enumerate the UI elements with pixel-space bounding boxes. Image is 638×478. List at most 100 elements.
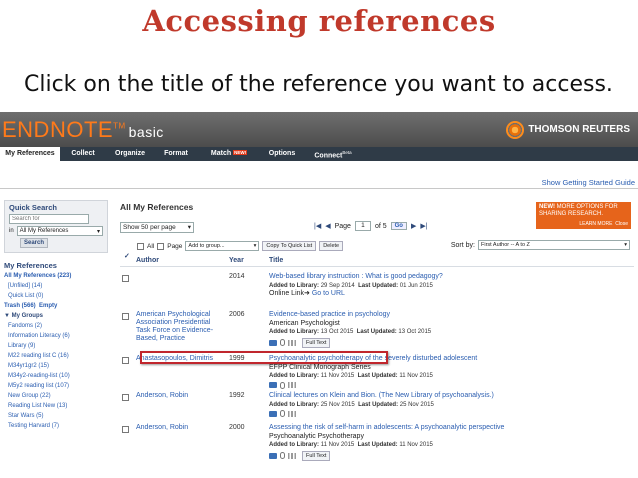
row-dates: Added to Library: 25 Nov 2015 Last Updat… — [269, 401, 569, 410]
citation-icon[interactable] — [288, 339, 296, 346]
sidebar-item-unfiled[interactable]: [Unfiled] (14) — [4, 283, 108, 289]
sidebar-item-all-references[interactable]: All My References (223) — [4, 273, 108, 279]
updated-date: 25 Nov 2015 — [399, 401, 434, 408]
folder-icon[interactable] — [269, 452, 277, 459]
sidebar-item-quick-list[interactable]: Quick List (0) — [4, 293, 108, 299]
tab-label: Organize — [115, 150, 145, 157]
first-page-icon[interactable]: |◀ — [314, 222, 321, 230]
added-date: 11 Nov 2015 — [320, 442, 355, 448]
tab-label: Collect — [71, 150, 95, 157]
row-checkbox[interactable] — [122, 394, 129, 401]
sidebar-group[interactable]: M22 reading list C (16) — [4, 353, 108, 359]
sidebar-group[interactable]: New Group (22) — [4, 393, 108, 399]
per-page-select[interactable]: Show 50 per page ▾ — [120, 221, 194, 233]
main-content: All My References NEW! MORE OPTIONS FOR … — [120, 202, 634, 461]
row-checkbox[interactable] — [122, 275, 129, 282]
tab-format[interactable]: Format — [154, 147, 198, 161]
empty-trash-link[interactable]: Empty — [39, 303, 57, 309]
row-checkbox[interactable] — [122, 426, 129, 433]
tab-options[interactable]: Options — [260, 147, 304, 161]
sidebar-group[interactable]: Information Literacy (6) — [4, 333, 108, 339]
go-button[interactable]: Go — [390, 222, 407, 230]
title-column-header[interactable]: Title — [269, 257, 283, 264]
reference-title-link[interactable]: Web-based library instruction : What is … — [269, 273, 569, 282]
row-publication: Psychoanalytic Psychotherapy — [269, 432, 364, 440]
page-count: of 5 — [374, 222, 387, 230]
slide-instruction: Click on the title of the reference you … — [24, 72, 613, 97]
reference-title-link[interactable]: Evidence-based practice in psychology — [269, 311, 569, 320]
sidebar-group[interactable]: Reading List New (13) — [4, 403, 108, 409]
chevron-down-icon: ▾ — [96, 229, 100, 235]
row-dates: Added to Library: 11 Nov 2015 Last Updat… — [269, 372, 569, 381]
add-to-group-select[interactable]: Add to group... ▾ — [185, 241, 260, 251]
sort-select[interactable]: First Author -- A to Z ▾ — [478, 240, 630, 250]
paperclip-icon[interactable] — [280, 381, 285, 389]
promo-close[interactable]: Close — [615, 221, 628, 227]
select-page-checkbox[interactable] — [157, 242, 165, 250]
last-page-icon[interactable]: ▶| — [420, 222, 427, 230]
paperclip-icon[interactable] — [280, 410, 285, 417]
next-page-icon[interactable]: ▶ — [411, 222, 416, 230]
copy-to-quick-list-button[interactable]: Copy To Quick List — [262, 241, 317, 251]
prev-page-icon[interactable]: ◀ — [325, 222, 330, 230]
tab-collect[interactable]: Collect — [60, 147, 106, 161]
row-author[interactable]: Anderson, Robin — [136, 424, 226, 432]
tab-organize[interactable]: Organize — [106, 147, 154, 161]
trash-link[interactable]: Trash (566) — [4, 303, 36, 309]
tab-my-references[interactable]: My References — [0, 147, 60, 161]
year-column-header[interactable]: Year — [229, 257, 244, 264]
search-input[interactable] — [9, 214, 89, 224]
citation-icon[interactable] — [288, 452, 296, 459]
paperclip-icon[interactable] — [280, 339, 285, 347]
main-nav: My References Collect Organize Format Ma… — [0, 147, 638, 161]
folder-icon[interactable] — [269, 410, 277, 417]
folder-icon[interactable] — [269, 382, 277, 388]
tab-match[interactable]: Match NEW! — [198, 147, 260, 161]
delete-button[interactable]: Delete — [319, 241, 344, 251]
citation-icon[interactable] — [288, 410, 296, 417]
slide-title: Accessing references — [142, 4, 496, 38]
thomson-reuters-logo: THOMSON REUTERS — [506, 120, 630, 139]
sidebar-group[interactable]: Star Wars (5) — [4, 413, 108, 419]
goto-url-link[interactable]: Go to URL — [312, 290, 345, 297]
endnote-window: ENDNOTETM basic THOMSON REUTERS My Refere… — [0, 112, 638, 478]
search-button[interactable]: Search — [20, 238, 49, 248]
sidebar-group[interactable]: M34yr1gr2 (15) — [4, 363, 108, 369]
pager: |◀ ◀ Page 1 of 5 Go ▶ ▶| — [314, 221, 428, 231]
paperclip-icon[interactable] — [280, 452, 285, 460]
quick-search-panel: Quick Search in All My References ▾ Searc… — [4, 200, 108, 253]
my-groups-header[interactable]: ▼ My Groups — [4, 313, 108, 319]
sidebar-group[interactable]: M5y2 reading list (107) — [4, 383, 108, 389]
author-column-header[interactable]: Author — [136, 257, 159, 264]
tab-connect[interactable]: ConnectBeta — [304, 147, 362, 161]
getting-started-link[interactable]: Show Getting Started Guide — [542, 178, 635, 187]
row-author[interactable]: Anderson, Robin — [136, 392, 226, 400]
endnote-logo[interactable]: ENDNOTETM basic — [2, 117, 164, 143]
row-year: 2000 — [229, 424, 245, 431]
sidebar-group[interactable]: Testing Harvard (7) — [4, 423, 108, 429]
header-divider — [0, 188, 638, 189]
promo-banner[interactable]: NEW! MORE OPTIONS FOR SHARING RESEARCH. … — [536, 202, 631, 229]
full-text-button[interactable]: Full Text — [302, 450, 331, 461]
citation-icon[interactable] — [288, 382, 296, 388]
folder-icon[interactable] — [269, 339, 277, 346]
reference-title-link[interactable]: Clinical lectures on Klein and Bion. (Th… — [269, 392, 569, 401]
row-author[interactable]: American Psychological Association Presi… — [136, 311, 226, 343]
full-text-button[interactable]: Full Text — [302, 337, 331, 348]
tab-label: Format — [164, 150, 188, 157]
sidebar-group[interactable]: M34y2-reading-list (10) — [4, 373, 108, 379]
tab-label: Match — [210, 150, 232, 157]
sidebar-group[interactable]: Fandoms (2) — [4, 323, 108, 329]
search-scope-select[interactable]: All My References ▾ — [16, 226, 103, 236]
updated-label: Last Updated: — [357, 373, 398, 379]
reference-title-link[interactable]: Assessing the risk of self-harm in adole… — [269, 424, 569, 433]
page-input[interactable]: 1 — [354, 221, 371, 231]
sidebar-group[interactable]: Library (9) — [4, 343, 108, 349]
promo-learn-more[interactable]: LEARN MORE Close — [579, 221, 628, 228]
row-year: 2006 — [229, 311, 245, 318]
row-reference: Assessing the risk of self-harm in adole… — [269, 424, 569, 461]
row-reference: Clinical lectures on Klein and Bion. (Th… — [269, 392, 569, 417]
row-checkbox[interactable] — [122, 313, 129, 320]
select-all-checkbox[interactable] — [137, 242, 144, 250]
row-checkbox[interactable] — [122, 357, 129, 364]
